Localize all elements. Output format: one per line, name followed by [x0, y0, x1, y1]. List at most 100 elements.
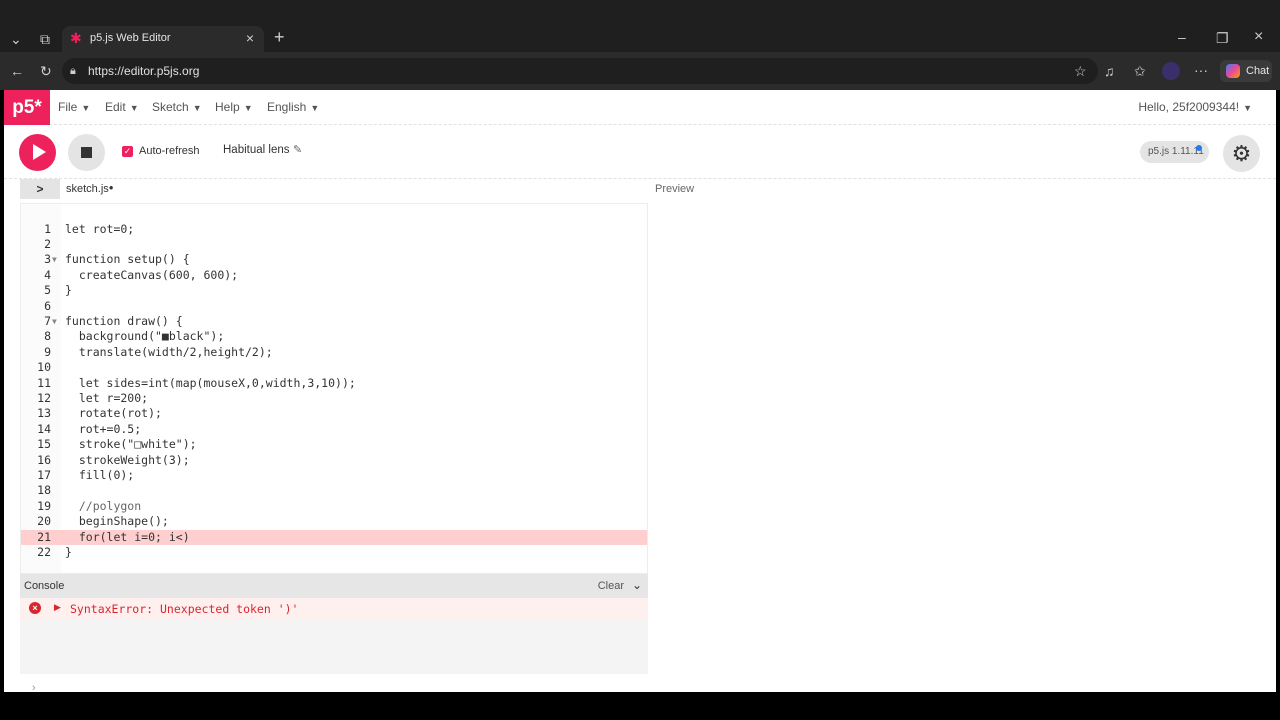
chevron-down-icon[interactable]: ⌄: [632, 578, 642, 592]
back-icon[interactable]: ←: [10, 64, 24, 78]
chat-label: Chat: [1246, 65, 1270, 77]
menu-sketch-label: Sketch: [152, 100, 189, 114]
menu-help-label: Help: [215, 100, 240, 114]
menu-sketch[interactable]: Sketch ▼: [152, 100, 202, 114]
menu-file[interactable]: File ▼: [58, 100, 90, 114]
p5-logo[interactable]: p5*: [4, 90, 50, 125]
line-number: 20: [37, 514, 51, 529]
code-line[interactable]: 14 rot+=0.5;: [21, 422, 647, 437]
error-icon: ×: [29, 602, 41, 614]
workspaces-icon[interactable]: ⧉: [40, 32, 50, 46]
stop-button[interactable]: [68, 134, 105, 171]
expand-triangle-icon[interactable]: ▶: [54, 602, 61, 613]
fold-arrow-icon[interactable]: ▼: [52, 252, 57, 267]
code-line[interactable]: 4 createCanvas(600, 600);: [21, 268, 647, 283]
user-menu[interactable]: Hello, 25f2009344! ▼: [1138, 100, 1252, 114]
file-tab-label: sketch.js: [66, 183, 109, 195]
line-number: 1: [44, 221, 51, 236]
tab-title: p5.js Web Editor: [90, 32, 171, 44]
code-line[interactable]: 1 let rot=0;: [21, 222, 647, 237]
code-line[interactable]: 20 beginShape();: [21, 514, 647, 529]
tab-list-icon[interactable]: ⌄: [10, 32, 22, 46]
pencil-icon[interactable]: ✎: [293, 143, 302, 156]
code-line[interactable]: 3 ▼ function setup() {: [21, 252, 647, 267]
version-update-dot: [1196, 145, 1202, 151]
code-line[interactable]: 22}: [21, 545, 647, 560]
code-line[interactable]: 5}: [21, 283, 647, 298]
code-line[interactable]: 13 rotate(rot);: [21, 406, 647, 421]
extensions-icon[interactable]: ♫: [1104, 64, 1115, 78]
code-line[interactable]: 19 //polygon: [21, 499, 647, 514]
code-line[interactable]: 21 for(let i=0; i<): [21, 529, 647, 545]
code-line[interactable]: 8 background("■black");: [21, 329, 647, 344]
code-line[interactable]: 11 let sides=int(map(mouseX,0,width,3,10…: [21, 376, 647, 391]
code-line[interactable]: 17 fill(0);: [21, 468, 647, 483]
console-panel: Console Clear ⌄ × ▶ SyntaxError: Unexpec…: [20, 574, 648, 674]
line-number: 10: [37, 360, 51, 375]
code-line[interactable]: 10: [21, 360, 647, 375]
line-number: 18: [37, 483, 51, 498]
gear-icon[interactable]: ⚙: [1223, 135, 1260, 172]
code-text: for(let i=0; i<): [65, 529, 190, 544]
code-line[interactable]: 16 strokeWeight(3);: [21, 453, 647, 468]
menu-language[interactable]: English ▼: [267, 100, 319, 114]
console-label: Console: [24, 580, 65, 592]
favorite-star-icon[interactable]: ☆: [1074, 64, 1087, 78]
line-number: 9: [44, 344, 51, 359]
code-line[interactable]: 7 ▼ function draw() {: [21, 314, 647, 329]
code-line[interactable]: 18: [21, 483, 647, 498]
line-number: 3: [44, 252, 51, 267]
auto-refresh-checkbox[interactable]: ✓: [122, 146, 133, 157]
url-field[interactable]: 🔒︎ https://editor.p5js.org ☆: [62, 58, 1098, 84]
code-line[interactable]: 12 let r=200;: [21, 391, 647, 406]
line-number: 15: [37, 437, 51, 452]
new-tab-icon[interactable]: +: [274, 28, 285, 46]
line-number: 22: [37, 544, 51, 559]
chat-button[interactable]: Chat: [1220, 60, 1272, 82]
caret-down-icon: ▼: [243, 103, 253, 113]
browser-tab-strip: ⌄ ⧉ ✱ p5.js Web Editor × + – ❐ ×: [0, 0, 1280, 52]
code-text: translate(width/2,height/2);: [65, 344, 273, 359]
code-text: function draw() {: [65, 313, 183, 328]
menu-bar: p5* File ▼ Edit ▼ Sketch ▼ Help ▼ English ▼ H…: [4, 90, 1276, 125]
code-text: let r=200;: [65, 390, 149, 405]
caret-down-icon: ▼: [129, 103, 139, 113]
code-line[interactable]: 2: [21, 237, 647, 252]
fold-arrow-icon[interactable]: ▼: [52, 314, 57, 329]
caret-down-icon: ▼: [192, 103, 202, 113]
unsaved-dot-icon: ●: [108, 183, 114, 192]
chevron-right-icon[interactable]: >: [20, 179, 60, 199]
code-line[interactable]: 6: [21, 299, 647, 314]
reload-icon[interactable]: ↻: [40, 64, 52, 78]
sketch-name[interactable]: Habitual lens: [223, 144, 289, 156]
menu-language-label: English: [267, 100, 307, 114]
console-prompt-icon[interactable]: ›: [32, 682, 36, 694]
menu-file-label: File: [58, 100, 78, 114]
maximize-icon[interactable]: ❐: [1216, 31, 1229, 45]
play-button[interactable]: [19, 134, 56, 171]
more-options-icon[interactable]: ···: [1194, 63, 1208, 77]
console-error-row[interactable]: × ▶ SyntaxError: Unexpected token ')': [20, 598, 648, 620]
code-editor[interactable]: 1 let rot=0; 2 3 ▼ function setup() {4 create…: [20, 203, 648, 574]
line-number: 21: [37, 529, 51, 544]
console-clear-button[interactable]: Clear: [598, 580, 624, 592]
address-bar: ← ↻ 🔒︎ https://editor.p5js.org ☆ ♫ ✩ ···…: [0, 52, 1280, 90]
profile-avatar-icon[interactable]: [1162, 62, 1180, 80]
p5-editor-app: p5* File ▼ Edit ▼ Sketch ▼ Help ▼ English ▼ H…: [4, 90, 1276, 694]
line-number: 11: [37, 375, 51, 390]
code-line[interactable]: 9 translate(width/2,height/2);: [21, 345, 647, 360]
line-number: 8: [44, 329, 51, 344]
favorites-icon[interactable]: ✩: [1134, 64, 1146, 78]
line-number: 6: [44, 298, 51, 313]
browser-tab[interactable]: ✱ p5.js Web Editor ×: [62, 26, 264, 52]
minimize-icon[interactable]: –: [1178, 30, 1186, 44]
url-text: https://editor.p5js.org: [88, 64, 200, 78]
menu-edit[interactable]: Edit ▼: [105, 100, 139, 114]
file-tab[interactable]: sketch.js●: [66, 183, 114, 195]
close-tab-icon[interactable]: ×: [246, 30, 254, 46]
code-line[interactable]: 15 stroke("□white");: [21, 437, 647, 452]
line-number: 7: [44, 313, 51, 328]
menu-help[interactable]: Help ▼: [215, 100, 253, 114]
code-text: let rot=0;: [65, 221, 135, 236]
close-window-icon[interactable]: ×: [1254, 29, 1263, 45]
